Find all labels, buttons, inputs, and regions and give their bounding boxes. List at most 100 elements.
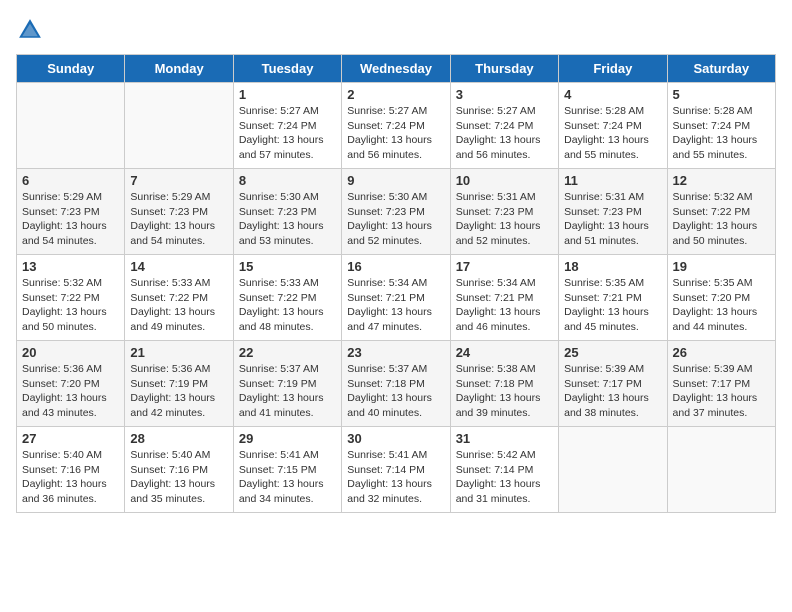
day-info: Sunrise: 5:41 AM Sunset: 7:15 PM Dayligh… bbox=[239, 448, 336, 507]
logo-icon bbox=[16, 16, 44, 44]
weekday-header-cell: Wednesday bbox=[342, 55, 450, 83]
day-number: 11 bbox=[564, 173, 661, 188]
day-number: 26 bbox=[673, 345, 770, 360]
day-number: 20 bbox=[22, 345, 119, 360]
day-info: Sunrise: 5:27 AM Sunset: 7:24 PM Dayligh… bbox=[239, 104, 336, 163]
day-info: Sunrise: 5:32 AM Sunset: 7:22 PM Dayligh… bbox=[22, 276, 119, 335]
day-info: Sunrise: 5:38 AM Sunset: 7:18 PM Dayligh… bbox=[456, 362, 553, 421]
calendar-cell: 13 Sunrise: 5:32 AM Sunset: 7:22 PM Dayli… bbox=[17, 255, 125, 341]
day-info: Sunrise: 5:40 AM Sunset: 7:16 PM Dayligh… bbox=[22, 448, 119, 507]
day-info: Sunrise: 5:40 AM Sunset: 7:16 PM Dayligh… bbox=[130, 448, 227, 507]
calendar-cell: 4 Sunrise: 5:28 AM Sunset: 7:24 PM Daylig… bbox=[559, 83, 667, 169]
day-number: 30 bbox=[347, 431, 444, 446]
calendar-cell: 28 Sunrise: 5:40 AM Sunset: 7:16 PM Dayli… bbox=[125, 427, 233, 513]
day-info: Sunrise: 5:36 AM Sunset: 7:19 PM Dayligh… bbox=[130, 362, 227, 421]
calendar-week-row: 1Sunrise: 5:27 AM Sunset: 7:24 PM Daylig… bbox=[17, 83, 776, 169]
weekday-header-cell: Sunday bbox=[17, 55, 125, 83]
calendar-cell: 6 Sunrise: 5:29 AM Sunset: 7:23 PM Daylig… bbox=[17, 169, 125, 255]
day-info: Sunrise: 5:28 AM Sunset: 7:24 PM Dayligh… bbox=[673, 104, 770, 163]
day-number: 8 bbox=[239, 173, 336, 188]
day-number: 4 bbox=[564, 87, 661, 102]
calendar-cell: 7Sunrise: 5:29 AM Sunset: 7:23 PM Daylig… bbox=[125, 169, 233, 255]
day-number: 21 bbox=[130, 345, 227, 360]
day-info: Sunrise: 5:42 AM Sunset: 7:14 PM Dayligh… bbox=[456, 448, 553, 507]
calendar-cell: 15Sunrise: 5:33 AM Sunset: 7:22 PM Dayli… bbox=[233, 255, 341, 341]
calendar-cell bbox=[125, 83, 233, 169]
weekday-header-row: SundayMondayTuesdayWednesdayThursdayFrid… bbox=[17, 55, 776, 83]
day-number: 13 bbox=[22, 259, 119, 274]
day-info: Sunrise: 5:35 AM Sunset: 7:21 PM Dayligh… bbox=[564, 276, 661, 335]
day-info: Sunrise: 5:29 AM Sunset: 7:23 PM Dayligh… bbox=[130, 190, 227, 249]
calendar-cell bbox=[559, 427, 667, 513]
calendar-week-row: 13 Sunrise: 5:32 AM Sunset: 7:22 PM Dayli… bbox=[17, 255, 776, 341]
day-info: Sunrise: 5:34 AM Sunset: 7:21 PM Dayligh… bbox=[456, 276, 553, 335]
logo bbox=[16, 16, 48, 44]
calendar-cell: 16 Sunrise: 5:34 AM Sunset: 7:21 PM Dayli… bbox=[342, 255, 450, 341]
calendar-cell: 14 Sunrise: 5:33 AM Sunset: 7:22 PM Dayli… bbox=[125, 255, 233, 341]
calendar-cell: 25 Sunrise: 5:39 AM Sunset: 7:17 PM Dayli… bbox=[559, 341, 667, 427]
day-number: 31 bbox=[456, 431, 553, 446]
calendar-cell: 21 Sunrise: 5:36 AM Sunset: 7:19 PM Dayli… bbox=[125, 341, 233, 427]
calendar-cell: 2 Sunrise: 5:27 AM Sunset: 7:24 PM Daylig… bbox=[342, 83, 450, 169]
calendar-cell: 26 Sunrise: 5:39 AM Sunset: 7:17 PM Dayli… bbox=[667, 341, 775, 427]
day-number: 18 bbox=[564, 259, 661, 274]
day-number: 16 bbox=[347, 259, 444, 274]
calendar-cell: 1Sunrise: 5:27 AM Sunset: 7:24 PM Daylig… bbox=[233, 83, 341, 169]
day-number: 5 bbox=[673, 87, 770, 102]
calendar-cell: 27 Sunrise: 5:40 AM Sunset: 7:16 PM Dayli… bbox=[17, 427, 125, 513]
day-info: Sunrise: 5:35 AM Sunset: 7:20 PM Dayligh… bbox=[673, 276, 770, 335]
day-info: Sunrise: 5:31 AM Sunset: 7:23 PM Dayligh… bbox=[564, 190, 661, 249]
weekday-header-cell: Saturday bbox=[667, 55, 775, 83]
day-info: Sunrise: 5:30 AM Sunset: 7:23 PM Dayligh… bbox=[347, 190, 444, 249]
calendar-week-row: 20 Sunrise: 5:36 AM Sunset: 7:20 PM Dayli… bbox=[17, 341, 776, 427]
day-info: Sunrise: 5:36 AM Sunset: 7:20 PM Dayligh… bbox=[22, 362, 119, 421]
weekday-header-cell: Tuesday bbox=[233, 55, 341, 83]
day-number: 28 bbox=[130, 431, 227, 446]
weekday-header-cell: Monday bbox=[125, 55, 233, 83]
day-number: 22 bbox=[239, 345, 336, 360]
day-number: 25 bbox=[564, 345, 661, 360]
day-number: 6 bbox=[22, 173, 119, 188]
day-number: 14 bbox=[130, 259, 227, 274]
day-number: 27 bbox=[22, 431, 119, 446]
day-info: Sunrise: 5:39 AM Sunset: 7:17 PM Dayligh… bbox=[673, 362, 770, 421]
calendar-cell: 17 Sunrise: 5:34 AM Sunset: 7:21 PM Dayli… bbox=[450, 255, 558, 341]
calendar-cell: 22 Sunrise: 5:37 AM Sunset: 7:19 PM Dayli… bbox=[233, 341, 341, 427]
day-number: 12 bbox=[673, 173, 770, 188]
calendar-body: 1Sunrise: 5:27 AM Sunset: 7:24 PM Daylig… bbox=[17, 83, 776, 513]
calendar-cell bbox=[667, 427, 775, 513]
day-info: Sunrise: 5:32 AM Sunset: 7:22 PM Dayligh… bbox=[673, 190, 770, 249]
day-number: 24 bbox=[456, 345, 553, 360]
calendar-cell: 23Sunrise: 5:37 AM Sunset: 7:18 PM Dayli… bbox=[342, 341, 450, 427]
day-info: Sunrise: 5:33 AM Sunset: 7:22 PM Dayligh… bbox=[130, 276, 227, 335]
day-number: 29 bbox=[239, 431, 336, 446]
calendar-cell: 12 Sunrise: 5:32 AM Sunset: 7:22 PM Dayli… bbox=[667, 169, 775, 255]
calendar-cell: 24 Sunrise: 5:38 AM Sunset: 7:18 PM Dayli… bbox=[450, 341, 558, 427]
day-info: Sunrise: 5:34 AM Sunset: 7:21 PM Dayligh… bbox=[347, 276, 444, 335]
page-header bbox=[16, 16, 776, 44]
calendar-cell: 29 Sunrise: 5:41 AM Sunset: 7:15 PM Dayli… bbox=[233, 427, 341, 513]
calendar-cell: 8Sunrise: 5:30 AM Sunset: 7:23 PM Daylig… bbox=[233, 169, 341, 255]
calendar-cell: 31 Sunrise: 5:42 AM Sunset: 7:14 PM Dayli… bbox=[450, 427, 558, 513]
calendar-cell bbox=[17, 83, 125, 169]
day-info: Sunrise: 5:28 AM Sunset: 7:24 PM Dayligh… bbox=[564, 104, 661, 163]
day-info: Sunrise: 5:37 AM Sunset: 7:18 PM Dayligh… bbox=[347, 362, 444, 421]
day-info: Sunrise: 5:33 AM Sunset: 7:22 PM Dayligh… bbox=[239, 276, 336, 335]
calendar-cell: 18 Sunrise: 5:35 AM Sunset: 7:21 PM Dayli… bbox=[559, 255, 667, 341]
day-number: 10 bbox=[456, 173, 553, 188]
day-number: 17 bbox=[456, 259, 553, 274]
day-info: Sunrise: 5:27 AM Sunset: 7:24 PM Dayligh… bbox=[347, 104, 444, 163]
calendar-cell: 10Sunrise: 5:31 AM Sunset: 7:23 PM Dayli… bbox=[450, 169, 558, 255]
calendar-table: SundayMondayTuesdayWednesdayThursdayFrid… bbox=[16, 54, 776, 513]
day-info: Sunrise: 5:29 AM Sunset: 7:23 PM Dayligh… bbox=[22, 190, 119, 249]
calendar-week-row: 27 Sunrise: 5:40 AM Sunset: 7:16 PM Dayli… bbox=[17, 427, 776, 513]
calendar-week-row: 6 Sunrise: 5:29 AM Sunset: 7:23 PM Daylig… bbox=[17, 169, 776, 255]
day-info: Sunrise: 5:37 AM Sunset: 7:19 PM Dayligh… bbox=[239, 362, 336, 421]
day-number: 2 bbox=[347, 87, 444, 102]
calendar-cell: 9Sunrise: 5:30 AM Sunset: 7:23 PM Daylig… bbox=[342, 169, 450, 255]
calendar-cell: 19Sunrise: 5:35 AM Sunset: 7:20 PM Dayli… bbox=[667, 255, 775, 341]
day-number: 3 bbox=[456, 87, 553, 102]
day-info: Sunrise: 5:41 AM Sunset: 7:14 PM Dayligh… bbox=[347, 448, 444, 507]
calendar-cell: 11 Sunrise: 5:31 AM Sunset: 7:23 PM Dayli… bbox=[559, 169, 667, 255]
day-info: Sunrise: 5:39 AM Sunset: 7:17 PM Dayligh… bbox=[564, 362, 661, 421]
